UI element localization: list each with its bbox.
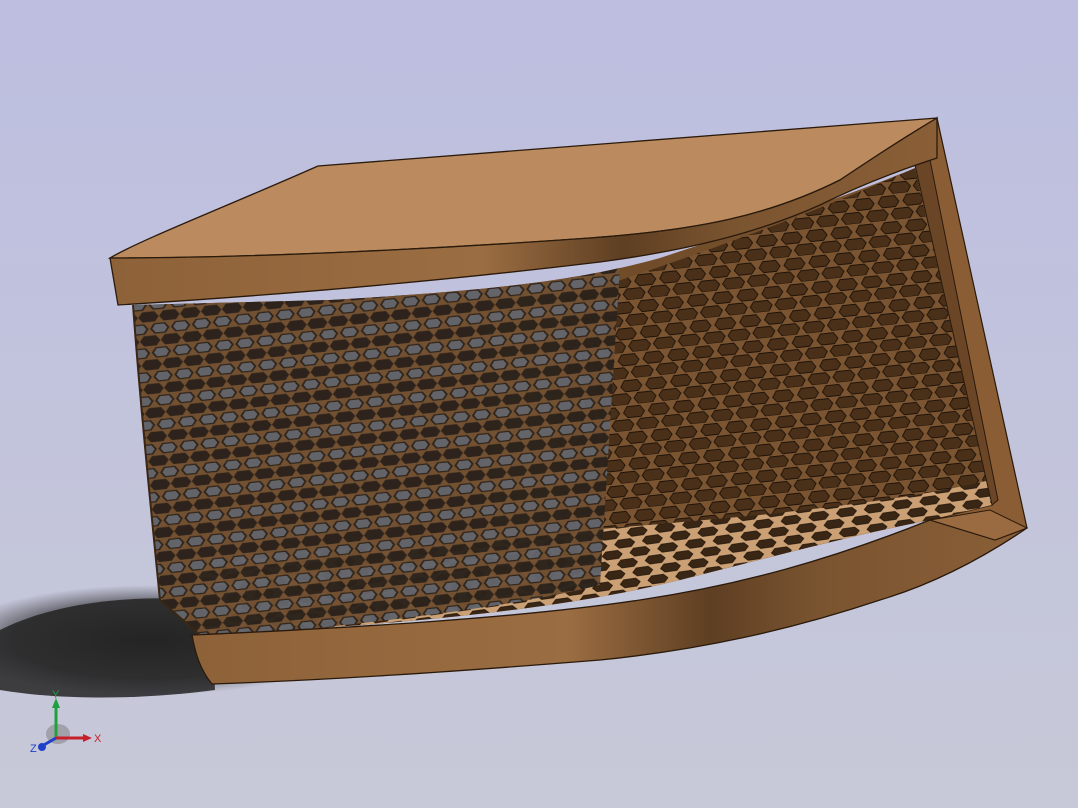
orientation-triad[interactable]: Y X Z [28, 686, 108, 758]
z-axis-head [38, 743, 46, 751]
x-axis-label: X [94, 733, 102, 745]
front-honeycomb-mesh [133, 266, 620, 635]
x-axis-head [83, 734, 92, 742]
z-axis-label: Z [30, 743, 37, 755]
graphics-viewport[interactable]: Y X Z [0, 0, 1078, 808]
y-axis-label: Y [52, 689, 60, 701]
model-scene [0, 0, 1078, 808]
